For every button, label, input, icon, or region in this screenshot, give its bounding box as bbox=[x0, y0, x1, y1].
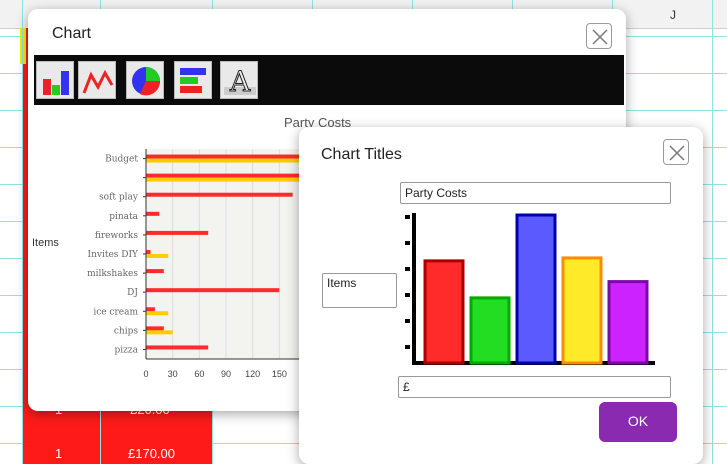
column-header-J[interactable]: J bbox=[670, 8, 676, 22]
line-chart-button[interactable] bbox=[78, 61, 116, 99]
grid-line bbox=[712, 0, 713, 464]
svg-text:A: A bbox=[229, 65, 251, 97]
bar bbox=[146, 250, 151, 254]
preview-bar bbox=[561, 256, 603, 365]
pie-chart-button[interactable] bbox=[126, 61, 164, 99]
close-icon bbox=[592, 29, 608, 45]
category-label: fireworks bbox=[95, 231, 139, 241]
x-tick-label: 30 bbox=[168, 369, 178, 379]
category-label: ice cream bbox=[93, 307, 138, 317]
chart-titles-button[interactable]: A bbox=[220, 61, 258, 99]
preview-tick bbox=[405, 293, 410, 297]
preview-tick bbox=[405, 241, 410, 245]
grid-line bbox=[22, 0, 23, 464]
bar bbox=[146, 311, 169, 316]
category-label: soft play bbox=[99, 193, 139, 203]
bar bbox=[146, 254, 169, 258]
bar-chart-icon bbox=[43, 71, 69, 95]
preview-bar bbox=[423, 259, 465, 365]
category-label: chips bbox=[114, 326, 138, 336]
bar bbox=[146, 192, 293, 197]
close-button[interactable] bbox=[663, 139, 689, 165]
category-label: milkshakes bbox=[87, 269, 138, 279]
bar bbox=[146, 307, 155, 312]
x-tick-label: 0 bbox=[143, 369, 148, 379]
close-icon bbox=[669, 145, 685, 161]
category-label: pizza bbox=[115, 345, 139, 355]
yellow-cell-marker bbox=[20, 28, 26, 64]
x-axis-title-field[interactable]: Items bbox=[322, 273, 397, 308]
horizontal-bar-chart-button[interactable] bbox=[174, 61, 212, 99]
preview-tick bbox=[405, 345, 410, 349]
x-tick-label: 150 bbox=[272, 369, 287, 379]
chart-titles-icon: A bbox=[224, 65, 256, 97]
category-label: Invites DIY bbox=[88, 250, 140, 260]
cell-qty[interactable]: 1 bbox=[55, 446, 62, 461]
category-label: pinata bbox=[109, 212, 138, 222]
category-label: DJ bbox=[127, 288, 138, 298]
chart-preview bbox=[405, 213, 655, 365]
preview-bar bbox=[469, 296, 511, 365]
bar bbox=[146, 326, 164, 331]
chart-type-toolbar: A bbox=[34, 55, 624, 105]
dialog-title: Chart Titles bbox=[321, 146, 402, 163]
x-tick-label: 90 bbox=[221, 369, 231, 379]
preview-bar bbox=[607, 280, 649, 365]
ok-button[interactable]: OK bbox=[599, 402, 677, 442]
chart-title-field[interactable] bbox=[400, 182, 671, 204]
preview-tick bbox=[405, 319, 410, 323]
line-chart-icon bbox=[82, 69, 114, 94]
y-axis-title-field[interactable] bbox=[398, 376, 671, 398]
bar bbox=[146, 330, 173, 335]
bar-chart-button[interactable] bbox=[36, 61, 74, 99]
bar bbox=[146, 288, 280, 293]
bar bbox=[146, 230, 209, 235]
preview-tick bbox=[405, 267, 410, 271]
bar bbox=[146, 345, 209, 350]
x-tick-label: 120 bbox=[245, 369, 260, 379]
preview-tick bbox=[405, 215, 410, 219]
chart-titles-dialog: Chart Titles Items OK bbox=[299, 127, 703, 464]
category-label: Budget bbox=[105, 155, 138, 165]
bar bbox=[146, 211, 160, 216]
x-tick-label: 60 bbox=[194, 369, 204, 379]
dialog-title: Chart bbox=[52, 25, 92, 42]
bar bbox=[146, 269, 164, 274]
close-button[interactable] bbox=[586, 23, 612, 49]
horizontal-bar-chart-icon bbox=[180, 68, 206, 93]
pie-chart-icon bbox=[132, 67, 161, 96]
cell-amount[interactable]: £170.00 bbox=[128, 446, 175, 461]
preview-bar bbox=[515, 213, 557, 365]
